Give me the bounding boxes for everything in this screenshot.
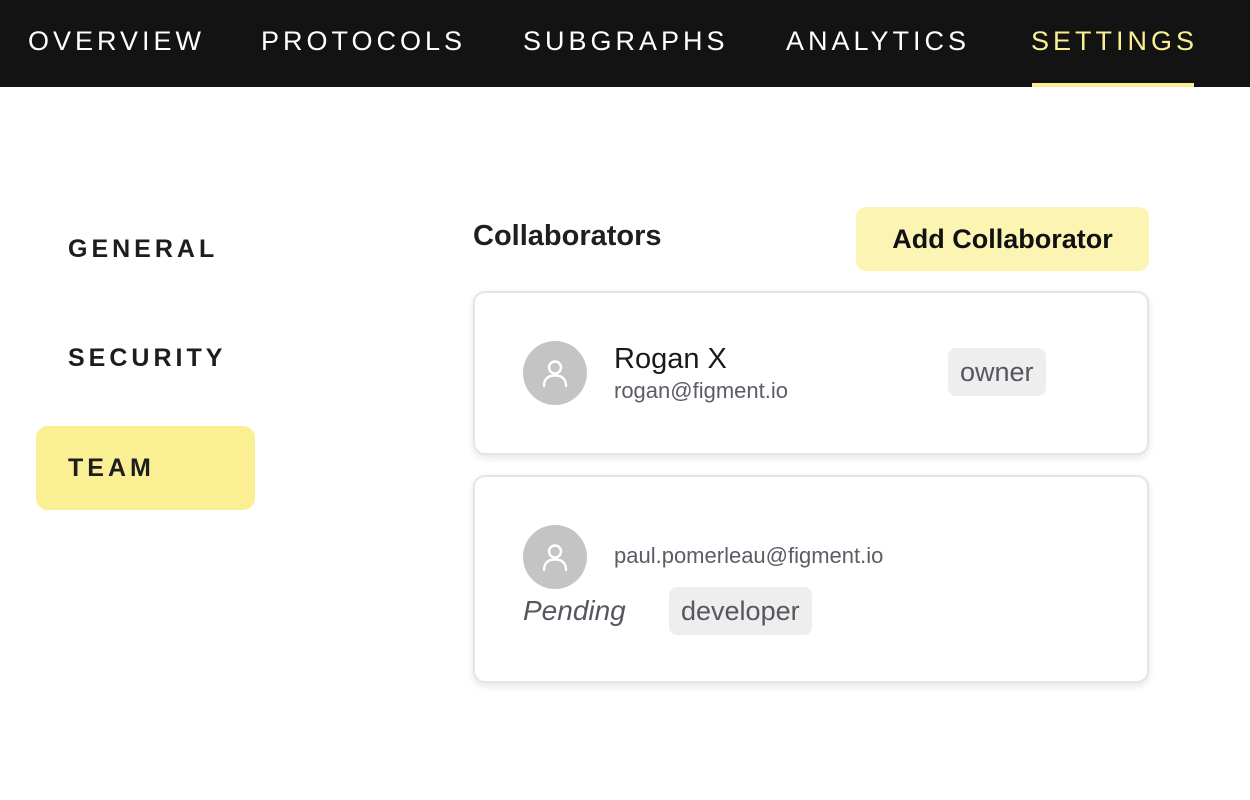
avatar [523, 341, 587, 405]
nav-tab-subgraphs[interactable]: SUBGRAPHS [523, 0, 729, 87]
nav-tab-overview[interactable]: OVERVIEW [28, 0, 205, 87]
role-badge: owner [948, 348, 1046, 396]
top-nav: OVERVIEW PROTOCOLS SUBGRAPHS ANALYTICS S… [0, 0, 1250, 87]
user-icon [542, 360, 568, 388]
active-tab-indicator [1032, 83, 1194, 87]
avatar [523, 525, 587, 589]
collaborator-email: rogan@figment.io [614, 378, 788, 403]
collaborator-card: Rogan X rogan@figment.io owner [473, 291, 1149, 455]
user-icon [542, 544, 568, 572]
collaborator-card: paul.pomerleau@figment.io Pending develo… [473, 475, 1149, 683]
collaborator-email: paul.pomerleau@figment.io [614, 543, 884, 568]
role-badge: developer [669, 587, 812, 635]
sidebar-item-team[interactable]: TEAM [36, 426, 255, 510]
status-pending: Pending [523, 595, 626, 626]
page-title: Collaborators [473, 220, 662, 252]
nav-tab-analytics[interactable]: ANALYTICS [786, 0, 970, 87]
sidebar-item-security[interactable]: SECURITY [36, 316, 255, 400]
collaborator-name: Rogan X [614, 343, 727, 375]
sidebar-item-general[interactable]: GENERAL [36, 207, 255, 291]
nav-tab-settings[interactable]: SETTINGS [1031, 0, 1198, 87]
nav-tab-protocols[interactable]: PROTOCOLS [261, 0, 466, 87]
add-collaborator-button[interactable]: Add Collaborator [856, 207, 1149, 271]
